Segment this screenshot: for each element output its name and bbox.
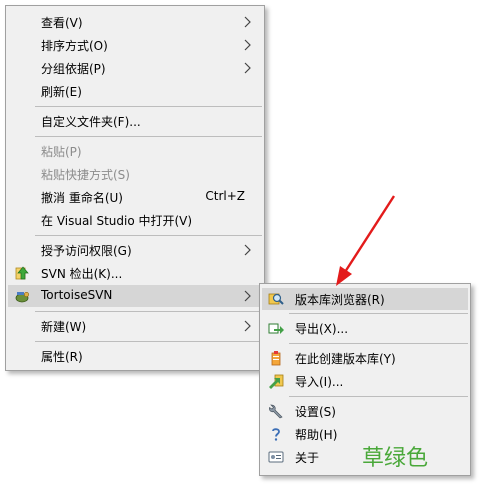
menu-item-label: 排序方式(O) [41, 39, 108, 53]
menu-separator [35, 106, 262, 107]
menu-item-label: 撤消 重命名(U) [41, 191, 123, 205]
annotation-arrow [336, 195, 396, 286]
menu-item-customize-folder[interactable]: 自定义文件夹(F)... [8, 110, 262, 132]
menu-item-label: 导入(I)... [295, 375, 344, 389]
menu-item-label: 分组依据(P) [41, 62, 106, 76]
menu-separator [35, 341, 262, 342]
chevron-right-icon [244, 244, 251, 256]
menu-item-group-by[interactable]: 分组依据(P) [8, 57, 262, 79]
menu-item-label: 属性(R) [41, 350, 83, 364]
menu-item-label: SVN 检出(K)... [41, 267, 123, 281]
menu-item-label: 关于 [295, 451, 320, 465]
chevron-right-icon [244, 62, 251, 74]
menu-item-label: 粘贴快捷方式(S) [41, 168, 130, 182]
chevron-right-icon [244, 290, 251, 302]
menu-item-label: 刷新(E) [41, 85, 82, 99]
menu-item-label: 导出(X)... [295, 322, 349, 336]
submenu-item-create-repository[interactable]: 在此创建版本库(Y) [262, 347, 468, 369]
menu-item-give-access[interactable]: 授予访问权限(G) [8, 239, 262, 261]
menu-item-label: 帮助(H) [295, 428, 338, 442]
menu-separator [289, 396, 468, 397]
menu-item-label: 粘贴(P) [41, 145, 82, 159]
help-icon [272, 428, 280, 441]
repo-browser-icon [268, 293, 284, 305]
menu-item-tortoisesvn[interactable]: TortoiseSVN [8, 285, 262, 307]
menu-item-label: 设置(S) [295, 405, 336, 419]
chevron-right-icon [244, 16, 251, 28]
menu-item-label: 在 Visual Studio 中打开(V) [41, 214, 193, 228]
menu-separator [35, 311, 262, 312]
menu-item-label: 自定义文件夹(F)... [41, 115, 141, 129]
menu-item-refresh[interactable]: 刷新(E) [8, 80, 262, 102]
export-icon [268, 323, 284, 334]
create-repository-icon [271, 351, 281, 366]
annotation-text: 草绿色 [362, 446, 429, 471]
menu-item-shortcut: Ctrl+Z [205, 189, 245, 203]
settings-icon [269, 404, 283, 419]
menu-item-svn-checkout[interactable]: SVN 检出(K)... [8, 262, 262, 284]
menu-item-label: 在此创建版本库(Y) [295, 352, 396, 366]
menu-item-paste-shortcut[interactable]: 粘贴快捷方式(S) [8, 163, 262, 185]
menu-item-label: 版本库浏览器(R) [295, 293, 385, 307]
submenu-item-export[interactable]: 导出(X)... [262, 317, 468, 339]
menu-item-properties[interactable]: 属性(R) [8, 345, 262, 367]
menu-separator [289, 313, 468, 314]
menu-item-label: TortoiseSVN [41, 288, 113, 302]
menu-separator [35, 136, 262, 137]
menu-item-view[interactable]: 查看(V) [8, 11, 262, 33]
menu-item-new[interactable]: 新建(W) [8, 315, 262, 337]
tortoisesvn-icon [15, 292, 30, 303]
import-icon [269, 374, 284, 389]
submenu-item-import[interactable]: 导入(I)... [262, 370, 468, 392]
menu-item-label: 新建(W) [41, 320, 87, 334]
svn-checkout-icon [15, 266, 29, 280]
menu-item-label: 查看(V) [41, 16, 83, 30]
menu-item-paste[interactable]: 粘贴(P) [8, 140, 262, 162]
menu-item-open-in-visual-studio[interactable]: 在 Visual Studio 中打开(V) [8, 209, 262, 231]
menu-item-undo-rename[interactable]: 撤消 重命名(U) Ctrl+Z [8, 186, 262, 208]
menu-separator [35, 235, 262, 236]
about-icon [268, 451, 284, 463]
chevron-right-icon [244, 320, 251, 332]
submenu-item-settings[interactable]: 设置(S) [262, 400, 468, 422]
menu-item-sort-by[interactable]: 排序方式(O) [8, 34, 262, 56]
menu-separator [289, 343, 468, 344]
chevron-right-icon [244, 39, 251, 51]
menu-item-label: 授予访问权限(G) [41, 244, 132, 258]
context-menu: 查看(V) 排序方式(O) 分组依据(P) 刷新(E) 自定义文件夹(F)...… [5, 5, 265, 371]
